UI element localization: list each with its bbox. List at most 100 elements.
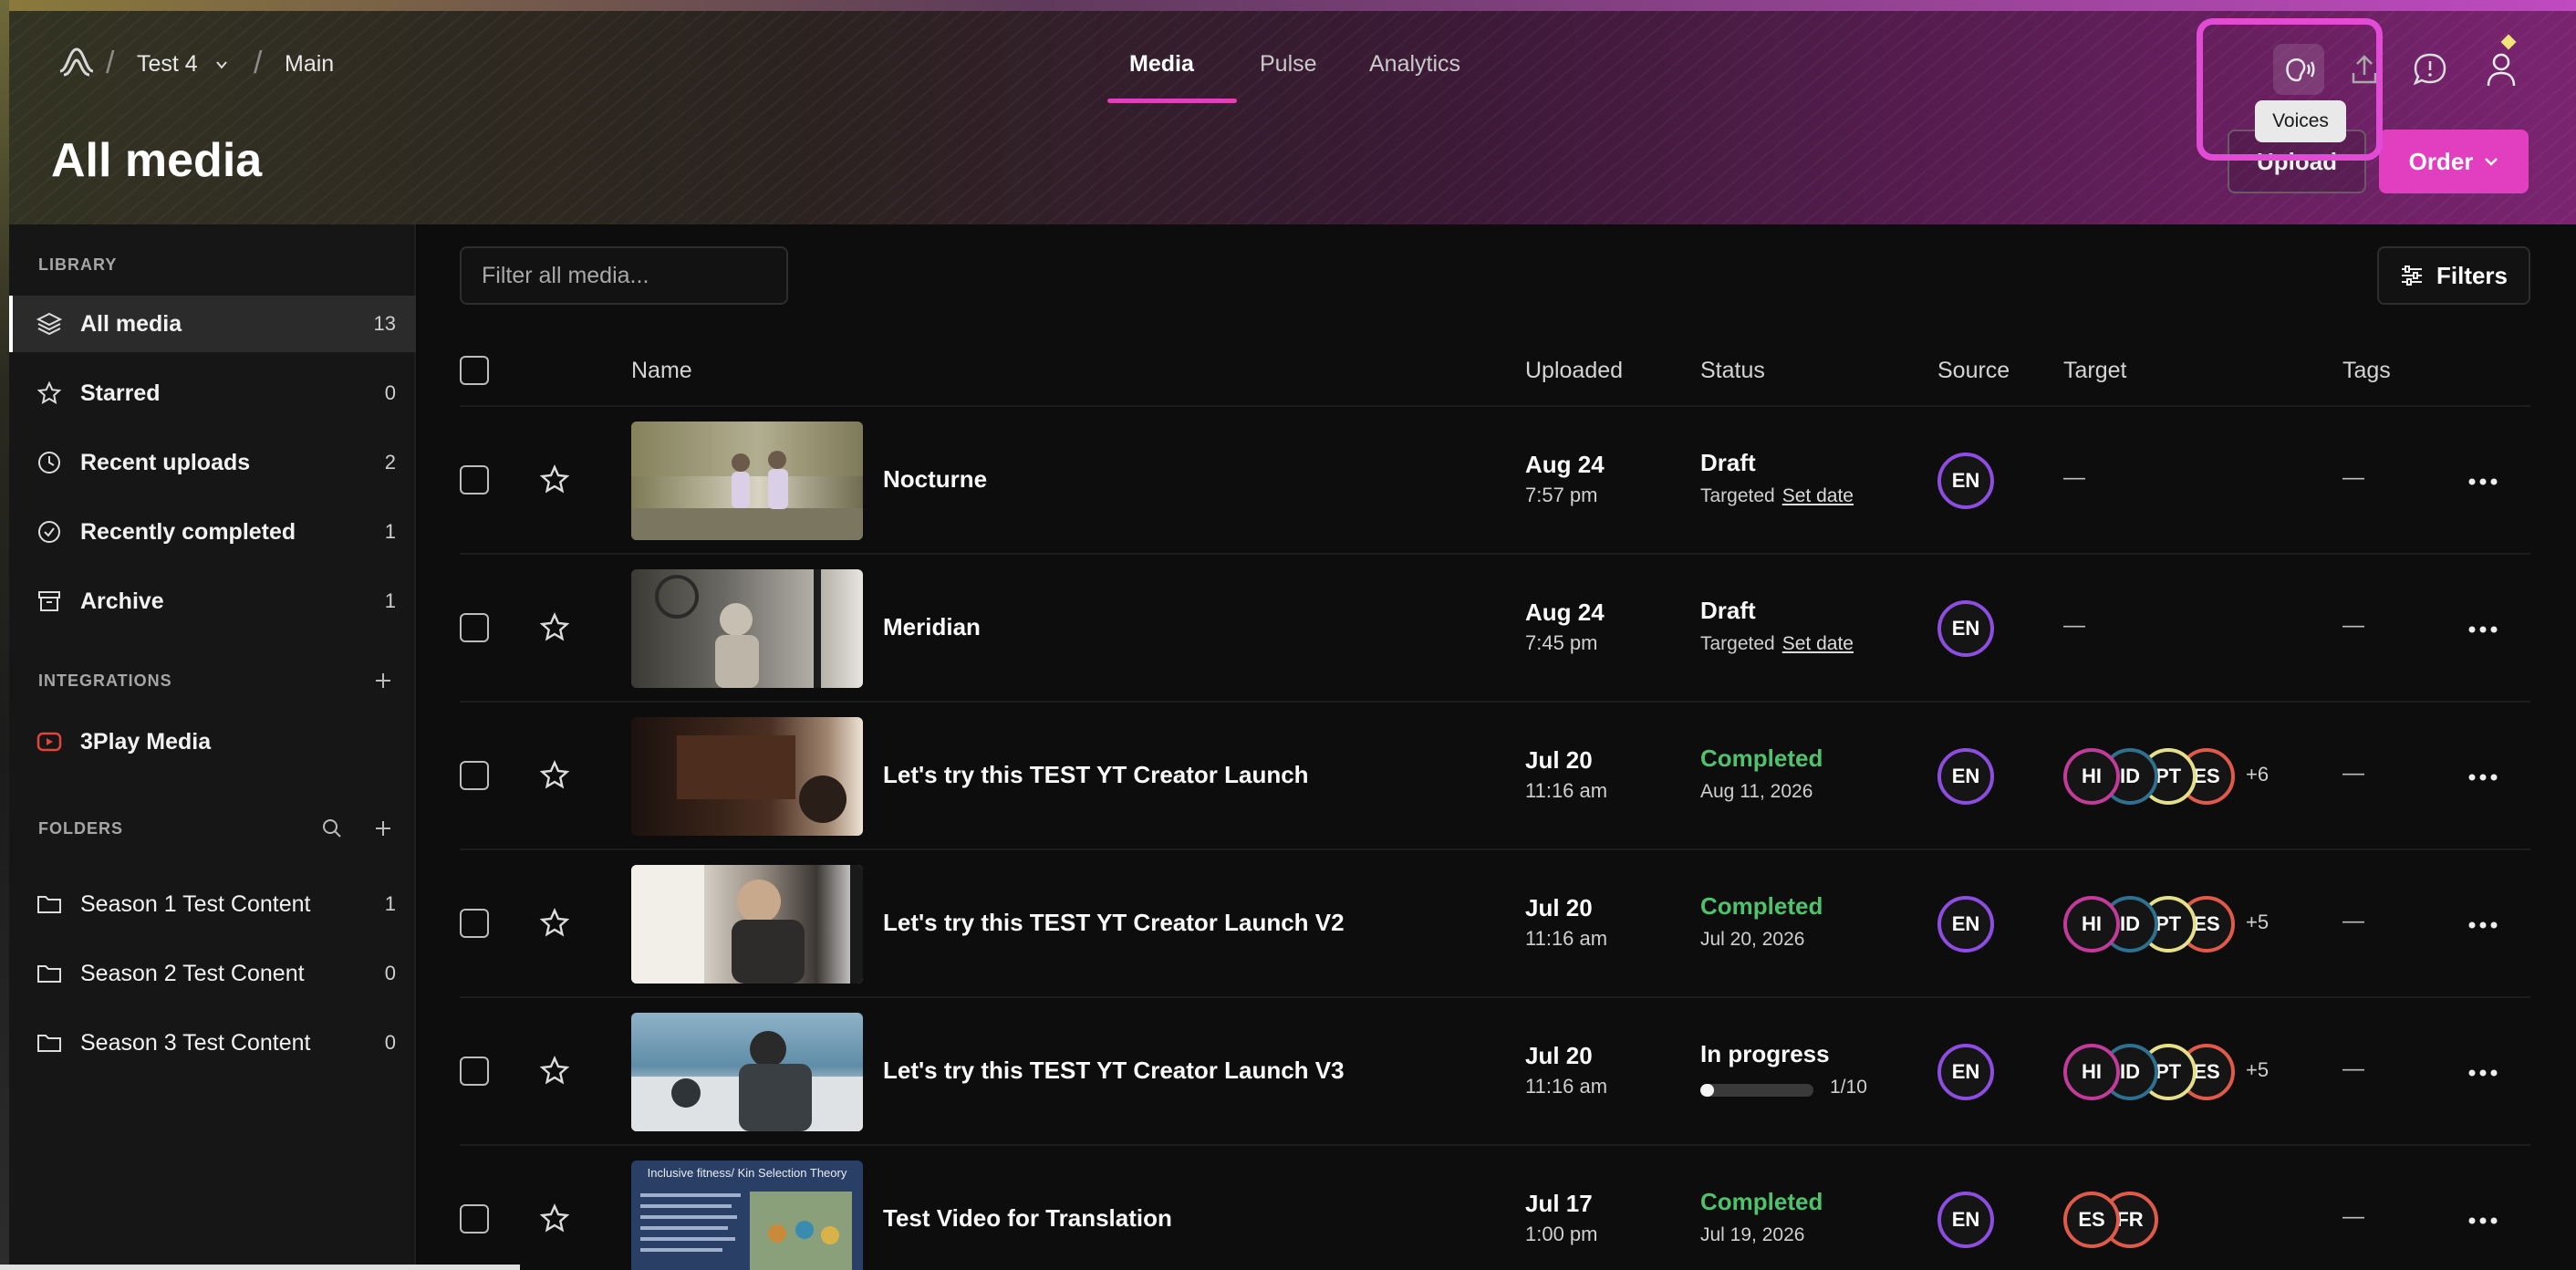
tags-empty: — — [2342, 761, 2364, 786]
app-window: / Test 4 / Main Media Pulse Analytics Al… — [0, 0, 2576, 1270]
more-options-icon[interactable] — [2465, 1212, 2501, 1230]
star-icon[interactable] — [538, 611, 571, 644]
sidebar-item-count: 0 — [384, 962, 396, 984]
sidebar-item-folder[interactable]: Season 3 Test Content 0 — [9, 1015, 416, 1071]
media-thumbnail[interactable] — [631, 422, 863, 540]
breadcrumb-workspace[interactable]: Test 4 — [137, 51, 198, 78]
window-edge-left — [0, 0, 9, 1270]
add-integration-button[interactable] — [370, 668, 396, 693]
media-thumbnail[interactable]: Inclusive fitness/ Kin Selection Theory — [631, 1161, 863, 1270]
star-icon[interactable] — [538, 1055, 571, 1088]
source-language-badge: EN — [1937, 600, 1994, 657]
row-checkbox[interactable] — [460, 1204, 489, 1234]
status-detail: Targeted Set date — [1700, 633, 1854, 655]
sidebar-item-all-media[interactable]: All media 13 — [9, 296, 416, 352]
select-all-checkbox[interactable] — [460, 356, 489, 385]
table-row[interactable]: Let's try this TEST YT Creator Launch V2… — [418, 850, 2576, 998]
media-thumbnail[interactable] — [631, 865, 863, 984]
tab-analytics[interactable]: Analytics — [1369, 51, 1460, 78]
upload-date: Jul 20 — [1525, 894, 1593, 921]
sidebar-item-archive[interactable]: Archive 1 — [9, 573, 416, 630]
more-targets-count[interactable]: +5 — [2246, 911, 2269, 934]
media-thumbnail[interactable] — [631, 717, 863, 836]
row-checkbox[interactable] — [460, 465, 489, 494]
media-thumbnail[interactable] — [631, 569, 863, 688]
media-name[interactable]: Test Video for Translation — [883, 1204, 1172, 1233]
column-header-status[interactable]: Status — [1700, 358, 1765, 384]
column-header-source[interactable]: Source — [1937, 358, 2010, 384]
filters-button[interactable]: Filters — [2377, 246, 2530, 305]
breadcrumb-project[interactable]: Main — [285, 51, 334, 78]
profile-button[interactable] — [2477, 44, 2529, 95]
sidebar-item-recent-uploads[interactable]: Recent uploads 2 — [9, 434, 416, 491]
sidebar-item-3play-media[interactable]: 3Play Media — [9, 713, 416, 770]
chevron-down-icon[interactable] — [215, 58, 228, 71]
sidebar-item-folder[interactable]: Season 2 Test Conent 0 — [9, 945, 416, 1002]
source-language-badge: EN — [1937, 453, 1994, 509]
breadcrumb-separator: / — [106, 46, 115, 80]
column-header-name[interactable]: Name — [631, 358, 692, 384]
table-row[interactable]: Let's try this TEST YT Creator Launch Ju… — [418, 703, 2576, 850]
more-options-icon[interactable] — [2465, 620, 2501, 639]
more-options-icon[interactable] — [2465, 768, 2501, 786]
media-name[interactable]: Let's try this TEST YT Creator Launch V3 — [883, 1057, 1345, 1085]
brand-logo-icon[interactable] — [55, 44, 99, 80]
sidebar-item-count: 2 — [384, 451, 396, 474]
folder-icon — [35, 890, 64, 919]
row-checkbox[interactable] — [460, 909, 489, 938]
table-row[interactable]: Nocturne Aug 24 7:57 pm Draft Targeted Se… — [418, 407, 2576, 555]
upload-date: Aug 24 — [1525, 451, 1605, 478]
sidebar-item-label: Season 1 Test Content — [80, 890, 311, 917]
page-title: All media — [51, 134, 263, 187]
status-detail-text: Targeted — [1700, 485, 1775, 506]
media-name[interactable]: Let's try this TEST YT Creator Launch V2 — [883, 909, 1345, 937]
upload-time: 11:16 am — [1525, 1075, 1608, 1098]
sidebar-item-starred[interactable]: Starred 0 — [9, 365, 416, 422]
upload-time: 11:16 am — [1525, 927, 1608, 950]
column-header-target[interactable]: Target — [2063, 358, 2126, 384]
chat-icon — [2413, 53, 2446, 86]
star-icon[interactable] — [538, 759, 571, 792]
sidebar-item-recently-completed[interactable]: Recently completed 1 — [9, 504, 416, 560]
sidebar-item-count: 1 — [384, 892, 396, 915]
media-thumbnail[interactable] — [631, 1013, 863, 1131]
order-button[interactable]: Order — [2379, 130, 2529, 193]
sliders-icon — [2401, 265, 2422, 286]
sidebar-item-label: Season 3 Test Content — [80, 1029, 311, 1056]
set-date-link[interactable]: Set date — [1782, 633, 1854, 654]
row-checkbox[interactable] — [460, 613, 489, 642]
more-options-icon[interactable] — [2465, 916, 2501, 934]
add-folder-button[interactable] — [370, 816, 396, 841]
more-targets-count[interactable]: +6 — [2246, 763, 2269, 786]
profile-icon — [2487, 53, 2516, 87]
more-options-icon[interactable] — [2465, 473, 2501, 491]
row-checkbox[interactable] — [460, 761, 489, 790]
row-checkbox[interactable] — [460, 1057, 489, 1086]
tab-pulse[interactable]: Pulse — [1260, 51, 1317, 78]
star-icon[interactable] — [538, 907, 571, 940]
star-icon[interactable] — [538, 463, 571, 496]
sidebar-item-label: 3Play Media — [80, 728, 212, 755]
search-folders-button[interactable] — [319, 816, 345, 841]
filter-media-input[interactable] — [460, 246, 788, 305]
more-targets-count[interactable]: +5 — [2246, 1058, 2269, 1082]
table-row[interactable]: Meridian Aug 24 7:45 pm Draft Targeted Se… — [418, 555, 2576, 703]
top-bar: / Test 4 / Main Media Pulse Analytics — [9, 11, 2576, 103]
star-icon[interactable] — [538, 1202, 571, 1235]
column-header-tags[interactable]: Tags — [2342, 358, 2391, 384]
tab-media[interactable]: Media — [1129, 51, 1194, 78]
chat-button[interactable] — [2405, 44, 2456, 95]
set-date-link[interactable]: Set date — [1782, 485, 1854, 506]
media-name[interactable]: Nocturne — [883, 465, 987, 494]
table-row[interactable]: Inclusive fitness/ Kin Selection Theory … — [418, 1146, 2576, 1270]
check-circle-icon — [35, 517, 64, 547]
table-row[interactable]: Let's try this TEST YT Creator Launch V3… — [418, 998, 2576, 1146]
sidebar-item-folder[interactable]: Season 1 Test Content 1 — [9, 876, 416, 932]
media-name[interactable]: Meridian — [883, 613, 981, 641]
column-header-uploaded[interactable]: Uploaded — [1525, 358, 1623, 384]
sidebar: LIBRARY All media 13 Starred 0 Recent up… — [9, 224, 416, 1270]
target-empty: — — [2063, 465, 2085, 490]
more-options-icon[interactable] — [2465, 1064, 2501, 1082]
target-language-badge: HI — [2063, 748, 2120, 805]
media-name[interactable]: Let's try this TEST YT Creator Launch — [883, 761, 1309, 789]
